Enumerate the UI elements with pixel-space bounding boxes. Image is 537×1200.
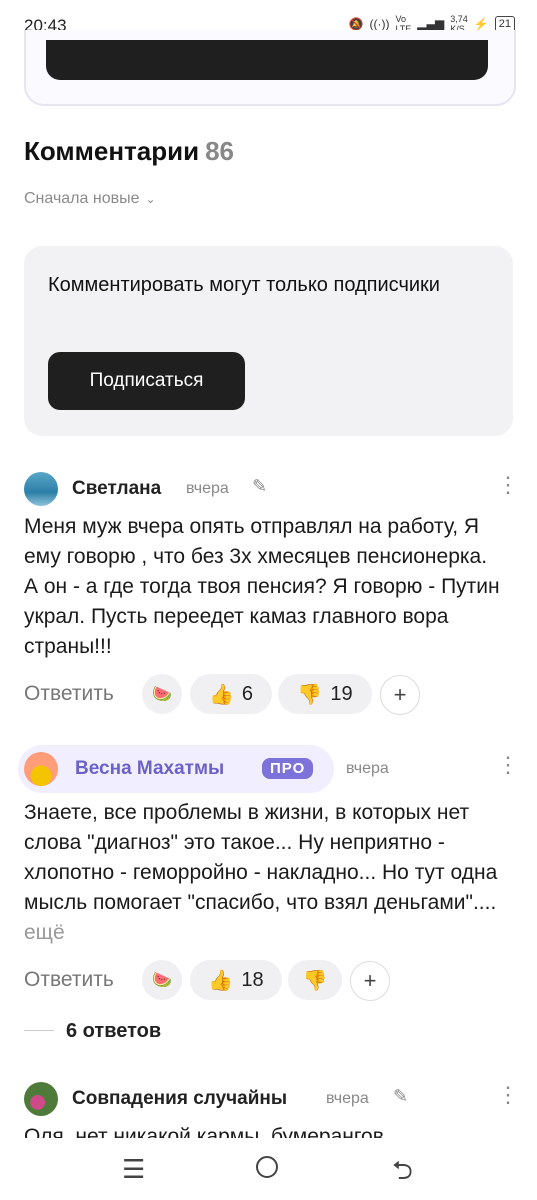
pencil-icon: ✎ [252,476,268,496]
thumbs-down-icon: 👎 [302,969,328,992]
comment-author[interactable]: Светлана [72,478,161,500]
reaction-emoji-button[interactable]: 🍉 [142,674,182,714]
comment-text-content: Знаете, все проблемы в жизни, в которых … [24,801,498,914]
more-options-icon[interactable]: ⋮ [497,1084,519,1106]
reply-button[interactable]: Ответить [24,682,114,706]
comment-time: вчера [346,760,389,777]
replies-divider [24,1030,54,1031]
comments-header: Комментарии 86 [24,136,234,167]
add-reaction-button[interactable]: + [350,961,390,1001]
thumbs-up-icon: 👍 [208,969,234,992]
more-options-icon[interactable]: ⋮ [497,754,519,776]
comment-time: вчера [186,480,229,497]
home-icon[interactable] [256,1156,278,1178]
pro-badge: ПРО [262,758,314,779]
system-nav-bar: ☰ ⮌ [0,1138,537,1200]
menu-icon[interactable]: ☰ [122,1154,145,1185]
comment-time: вчера [326,1090,369,1107]
dislike-button[interactable]: 👎 19 [278,674,372,714]
watermelon-heart-icon: 🍉 [152,686,172,703]
comment-text: Меня муж вчера опять отправлял на работу… [24,515,500,658]
thumbs-up-icon: 👍 [208,683,234,706]
avatar[interactable] [24,472,58,506]
comments-count: 86 [205,136,235,166]
like-count: 18 [241,968,264,991]
replies-toggle[interactable]: 6 ответов [66,1020,161,1043]
like-count: 6 [241,682,254,705]
comment-text: Оля, нет никакой кармы, бумерангов [24,1125,384,1138]
add-reaction-button[interactable]: + [380,675,420,715]
dislike-button[interactable]: 👎 [288,960,342,1000]
pencil-icon: ✎ [393,1086,409,1106]
article-action-button[interactable] [46,40,488,80]
avatar[interactable] [24,1082,58,1116]
subscribe-button[interactable]: Подписаться [48,352,245,410]
subscribe-box: Комментировать могут только подписчики П… [24,246,513,436]
comment-text: Знаете, все проблемы в жизни, в которых … [24,798,504,948]
subscribe-message: Комментировать могут только подписчики [48,274,440,296]
comment-author[interactable]: Совпадения случайны [72,1088,287,1110]
chevron-down-icon: ⌄ [145,192,156,206]
mute-icon: 🔕 [348,17,364,31]
sort-dropdown[interactable]: Сначала новые ⌄ [24,190,156,208]
show-more-link[interactable]: ещё [24,921,65,944]
comments-title: Комментарии [24,136,200,166]
back-icon[interactable]: ⮌ [392,1152,413,1196]
avatar[interactable] [24,752,58,786]
charging-icon: ⚡ [473,17,489,31]
more-options-icon[interactable]: ⋮ [497,474,519,496]
hotspot-icon: ((·)) [369,17,390,31]
dislike-count: 19 [330,682,353,705]
like-button[interactable]: 👍 18 [190,960,282,1000]
reaction-emoji-button[interactable]: 🍉 [142,960,182,1000]
thumbs-down-icon: 👎 [297,683,323,706]
signal-icon: ▂▄▆ [417,17,445,31]
comment-author[interactable]: Весна Махатмы [75,758,224,780]
sort-label: Сначала новые [24,190,140,207]
watermelon-heart-icon: 🍉 [152,972,172,989]
reply-button[interactable]: Ответить [24,968,114,992]
like-button[interactable]: 👍 6 [190,674,272,714]
